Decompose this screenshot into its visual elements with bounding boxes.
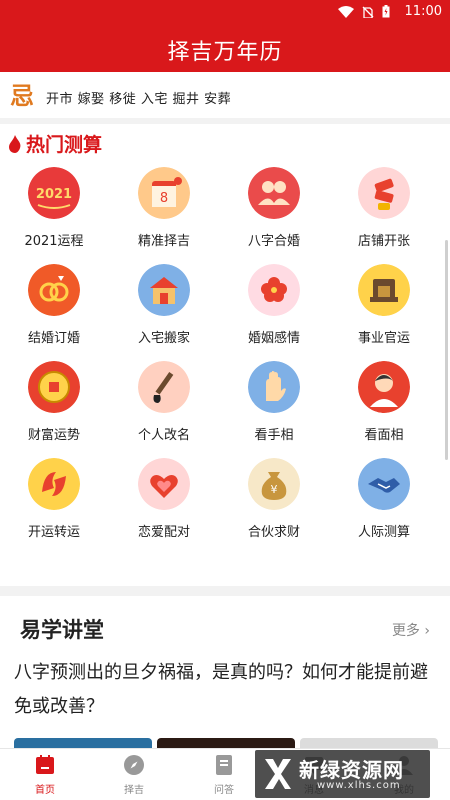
hot-item-partnership[interactable]: ¥ 合伙求财 xyxy=(220,455,330,552)
hot-item-label: 事业官运 xyxy=(357,331,410,346)
koi-icon xyxy=(28,458,80,510)
hot-item-precise-date[interactable]: 8 精准择吉 xyxy=(110,164,220,261)
nav-home[interactable]: 首页 xyxy=(15,753,75,796)
svg-text:8: 8 xyxy=(160,191,168,206)
hot-item-career[interactable]: 事业官运 xyxy=(330,261,440,358)
watermark-name: 新绿资源网 xyxy=(299,758,404,782)
svg-text:¥: ¥ xyxy=(271,483,278,496)
battery-icon xyxy=(382,5,390,18)
hot-grid: 2021 2021运程 8 精准择吉 八字合婚 店铺开张 结婚订婚 入宅搬家 婚… xyxy=(0,164,440,552)
avoid-strip: 忌 开市 嫁娶 移徙 入宅 掘井 安葬 xyxy=(0,72,450,118)
hot-item-label: 婚姻感情 xyxy=(247,331,300,346)
watermark-logo-icon xyxy=(265,759,291,789)
hot-item-label: 人际测算 xyxy=(357,525,410,540)
hot-item-move-house[interactable]: 入宅搬家 xyxy=(110,261,220,358)
hot-item-wealth[interactable]: 财富运势 xyxy=(0,358,110,455)
hot-item-label: 看面相 xyxy=(364,428,404,443)
hearts-icon xyxy=(138,458,190,510)
firecracker-icon xyxy=(358,167,410,219)
hot-item-love-marriage[interactable]: 婚姻感情 xyxy=(220,261,330,358)
hot-item-label: 结婚订婚 xyxy=(27,331,80,346)
nav-qa[interactable]: 问答 xyxy=(194,753,254,796)
hot-item-rename[interactable]: 个人改名 xyxy=(110,358,220,455)
hot-item-face[interactable]: 看面相 xyxy=(330,358,440,455)
official-hat-icon xyxy=(358,264,410,316)
nav-zeji[interactable]: 择吉 xyxy=(104,753,164,796)
hot-item-label: 个人改名 xyxy=(137,428,190,443)
hot-item-wedding[interactable]: 结婚订婚 xyxy=(0,261,110,358)
hot-header: 热门测算 xyxy=(8,130,102,157)
flame-icon xyxy=(9,134,21,153)
compass-icon xyxy=(124,755,144,775)
svg-text:2021: 2021 xyxy=(36,187,72,202)
svg-text:忌: 忌 xyxy=(10,82,34,110)
hot-title: 热门测算 xyxy=(26,134,103,156)
hot-item-luck[interactable]: 开运转运 xyxy=(0,455,110,552)
status-icons xyxy=(338,5,390,18)
brush-icon xyxy=(138,361,190,413)
watermark-url: www.xlhs.com xyxy=(317,780,401,791)
calendar-icon: 8 xyxy=(138,167,190,219)
scrollbar[interactable] xyxy=(445,240,448,460)
hot-item-2021[interactable]: 2021 2021运程 xyxy=(0,164,110,261)
hot-item-label: 精准择吉 xyxy=(137,234,190,249)
hot-section: 热门测算 2021 2021运程 8 精准择吉 八字合婚 店铺开张 结婚订婚 入… xyxy=(0,124,450,586)
more-link[interactable]: 更多 › xyxy=(392,620,430,640)
hot-item-label: 入宅搬家 xyxy=(137,331,190,346)
hot-item-label: 开运转运 xyxy=(27,525,80,540)
couple-icon xyxy=(248,167,300,219)
avoid-items: 开市 嫁娶 移徙 入宅 掘井 安葬 xyxy=(46,92,232,107)
plum-blossom-icon xyxy=(248,264,300,316)
hot-item-label: 财富运势 xyxy=(27,428,80,443)
face-icon xyxy=(358,361,410,413)
hot-item-label: 2021运程 xyxy=(24,234,84,249)
hot-item-label: 看手相 xyxy=(254,428,294,443)
document-icon xyxy=(216,755,232,775)
nav-label: 首页 xyxy=(35,785,55,796)
lecture-section: 易学讲堂 更多 › 八字预测出的旦夕祸福，是真的吗？如何才能提前避免或改善？ xyxy=(0,596,450,756)
hot-item-relations[interactable]: 人际测算 xyxy=(330,455,440,552)
hot-item-palm[interactable]: 看手相 xyxy=(220,358,330,455)
handshake-icon xyxy=(358,458,410,510)
hot-item-label: 八字合婚 xyxy=(247,234,300,249)
wifi-icon xyxy=(338,5,354,18)
lecture-title: 易学讲堂 xyxy=(20,618,104,642)
app-bar: 择吉万年历 xyxy=(0,24,450,72)
hot-item-label: 合伙求财 xyxy=(247,525,300,540)
hot-item-shop-opening[interactable]: 店铺开张 xyxy=(330,164,440,261)
no-sim-icon xyxy=(362,6,374,18)
watermark: 新绿资源网 www.xlhs.com xyxy=(255,750,430,798)
article-title[interactable]: 八字预测出的旦夕祸福，是真的吗？如何才能提前避免或改善？ xyxy=(14,656,434,724)
more-label: 更多 xyxy=(391,623,420,639)
house-icon xyxy=(138,264,190,316)
hot-item-love-match[interactable]: 恋爱配对 xyxy=(110,455,220,552)
nav-label: 择吉 xyxy=(124,785,144,796)
palm-icon xyxy=(248,361,300,413)
status-time: 11:00 xyxy=(404,4,442,19)
2021-icon: 2021 xyxy=(28,167,80,219)
coin-icon xyxy=(28,361,80,413)
status-bar: 11:00 xyxy=(0,0,450,24)
rings-icon xyxy=(28,264,80,316)
avoid-char-icon: 忌 xyxy=(10,82,34,110)
money-bag-icon: ¥ xyxy=(248,458,300,510)
chevron-right-icon: › xyxy=(424,623,430,639)
home-icon xyxy=(36,755,54,774)
hot-item-label: 店铺开张 xyxy=(357,234,410,249)
hot-item-bazi-marriage[interactable]: 八字合婚 xyxy=(220,164,330,261)
app-title: 择吉万年历 xyxy=(167,40,283,65)
nav-label: 问答 xyxy=(214,785,234,796)
hot-item-label: 恋爱配对 xyxy=(137,525,190,540)
